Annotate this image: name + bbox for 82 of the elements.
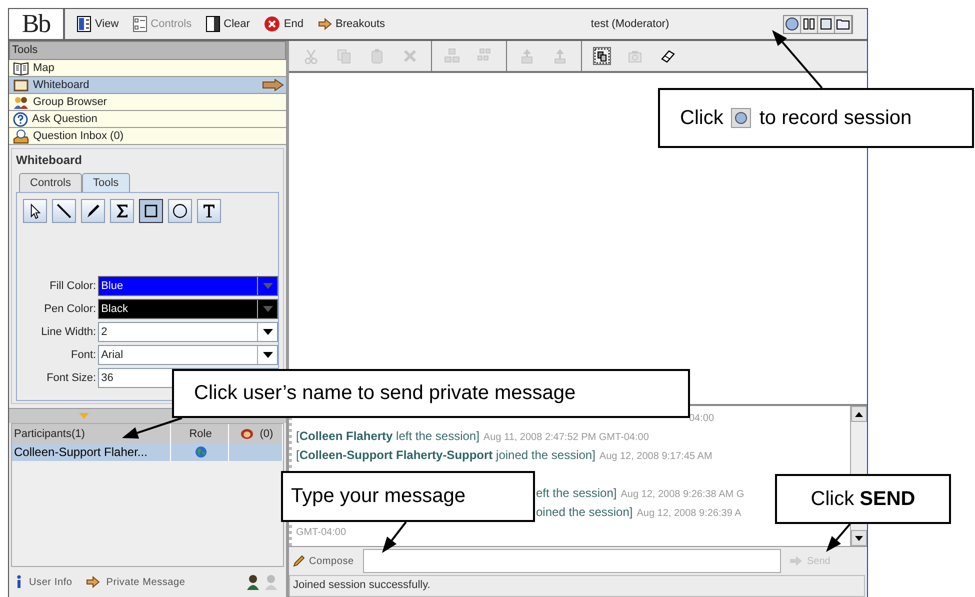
- chat-message: [Colleen-Support Flaherty-Support joined the session]: [296, 448, 596, 462]
- timestamp: GMT-04:00: [296, 527, 346, 538]
- record-icon[interactable]: [784, 16, 801, 32]
- arrow-icon: [86, 576, 100, 588]
- section-title: Whiteboard: [16, 152, 83, 169]
- chat-message: oined the session]: [536, 505, 633, 519]
- callout-tooltip: Click user’s name to send private message: [172, 369, 690, 418]
- toolbar-button[interactable]: Clear: [204, 14, 252, 34]
- arrow-icon: [789, 555, 803, 567]
- caret-icon: [262, 306, 272, 312]
- status-bar: Joined session successfully.: [289, 575, 865, 597]
- tool-item[interactable]: Group Browser: [9, 94, 286, 111]
- timestamp: 04:00: [689, 413, 714, 424]
- caret-icon: [262, 352, 272, 358]
- tab[interactable]: Controls: [19, 173, 82, 192]
- toolbar-button[interactable]: End: [262, 14, 306, 34]
- hand-icon: [240, 428, 254, 440]
- dropdown[interactable]: Arial: [98, 345, 278, 365]
- close-icon: [264, 16, 280, 32]
- tool-item[interactable]: Ask Question: [9, 111, 286, 128]
- participant-row[interactable]: Colleen-Support Flaher...: [12, 443, 283, 461]
- tool-item[interactable]: Whiteboard: [9, 77, 286, 94]
- text-tool-icon[interactable]: [197, 199, 221, 223]
- dropdown[interactable]: 2: [98, 322, 278, 342]
- callout-tooltip: Click SEND: [775, 474, 951, 524]
- dropdown[interactable]: Black: [98, 299, 278, 319]
- timestamp: Aug 12, 2008 9:17:45 AM: [599, 451, 712, 462]
- panel-header: Tools: [9, 41, 286, 60]
- pointer-icon[interactable]: [23, 199, 47, 223]
- field-label: Fill Color:: [48, 280, 98, 292]
- pen-icon[interactable]: [81, 199, 105, 223]
- compose-label: Compose: [293, 555, 363, 567]
- scroll-down-icon[interactable]: [851, 530, 867, 546]
- toolbar-button[interactable]: View: [75, 14, 121, 34]
- inbox-icon: [13, 128, 29, 144]
- list-icon: [132, 16, 147, 32]
- toolbar-button[interactable]: Breakouts: [316, 16, 388, 32]
- pause-icon[interactable]: [801, 16, 818, 32]
- user-info-link[interactable]: User Info: [15, 575, 72, 589]
- pencil-icon: [293, 555, 305, 567]
- globe-icon: [194, 446, 206, 458]
- callout-arrow: [826, 523, 851, 552]
- tool-item[interactable]: Map: [9, 60, 286, 77]
- sigma-icon[interactable]: [110, 199, 134, 223]
- dropdown[interactable]: Blue: [98, 276, 278, 296]
- folder-icon[interactable]: [835, 16, 852, 32]
- tab[interactable]: Tools: [82, 173, 130, 192]
- book-icon: [13, 60, 29, 76]
- callout-arrow: [382, 521, 407, 553]
- message-field[interactable]: [363, 549, 781, 573]
- caret-icon: [262, 283, 272, 289]
- rectangle-icon[interactable]: [139, 199, 163, 223]
- square-icon[interactable]: [818, 16, 835, 32]
- field-label: Font:: [70, 349, 98, 361]
- session-title: test (Moderator): [590, 18, 670, 30]
- field-label: Pen Color:: [43, 303, 98, 315]
- timestamp: Aug 11, 2008 2:47:52 PM GMT-04:00: [483, 432, 649, 443]
- private-message-link[interactable]: Private Message: [86, 576, 186, 588]
- logo: Bb: [9, 9, 65, 39]
- chat-message: eft the session]: [536, 486, 617, 500]
- field-label: Line Width:: [40, 326, 98, 338]
- timestamp: Aug 12, 2008 9:26:39 A: [636, 508, 742, 519]
- callout-tooltip: Click to record session: [658, 88, 974, 148]
- info-icon: [15, 575, 23, 589]
- question-icon: [13, 112, 28, 126]
- chat-message: [Colleen Flaherty left the session]: [296, 429, 480, 443]
- person-icon[interactable]: [246, 574, 260, 590]
- grid-icon: [77, 16, 91, 32]
- callout-arrow: [772, 30, 823, 89]
- tool-item[interactable]: Question Inbox (0): [9, 128, 286, 145]
- panel-icon: [206, 16, 220, 32]
- arrow-icon: [318, 18, 332, 30]
- arrow-icon: [262, 79, 284, 91]
- caret-icon: [262, 329, 272, 335]
- timestamp: Aug 12, 2008 9:26:38 AM G: [620, 489, 744, 500]
- callout-arrow: [122, 417, 182, 439]
- record-icon: [731, 108, 752, 128]
- callout-tooltip: Type your message: [281, 471, 535, 522]
- people-icon: [13, 94, 29, 110]
- field-label: Font Size:: [46, 372, 98, 384]
- board-icon: [13, 78, 29, 92]
- scroll-up-icon[interactable]: [851, 406, 867, 422]
